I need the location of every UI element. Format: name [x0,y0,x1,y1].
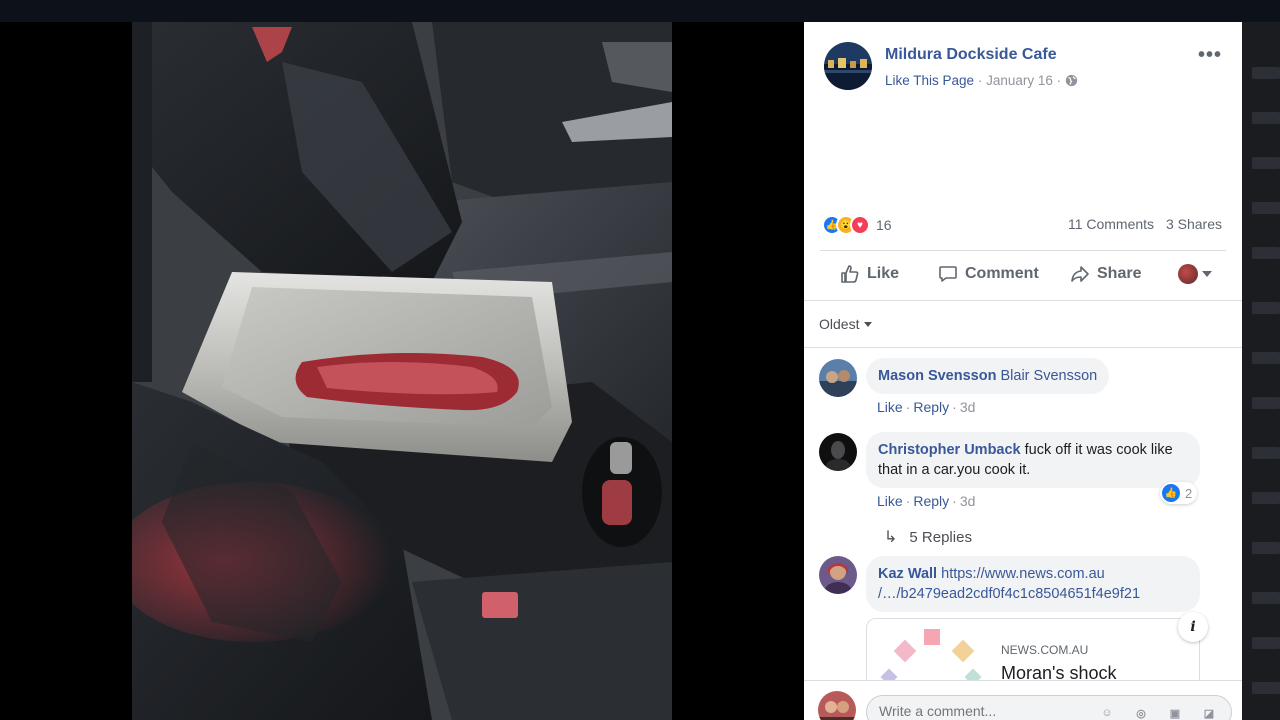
background-page-strip [1242,22,1280,720]
replies-count-label: 5 Replies [909,528,972,546]
comment-bubble: Kaz Wall https://www.news.com.au /…/b247… [866,556,1200,612]
reply-arrow-icon: ↳ [884,529,898,546]
commenter-avatar[interactable] [819,359,857,397]
page-name-link[interactable]: Mildura Dockside Cafe [885,46,1057,64]
viewer-avatar [1178,264,1198,284]
like-page-link[interactable]: Like This Page [885,73,974,88]
comment-reaction-count[interactable]: 👍 2 [1160,482,1198,504]
comment-timestamp[interactable]: 3d [960,493,976,509]
avatar-image [819,433,857,471]
love-icon: ♥ [850,215,870,235]
share-arrow-icon [1071,266,1089,282]
background-ghost-text [1252,447,1280,459]
divider [820,250,1226,251]
post-meta: Like This Page · January 16 · [885,73,1078,88]
composer-tools: ☺ ◎ ▣ ◪ [1083,703,1219,720]
chevron-down-icon [1202,271,1212,277]
divider [804,300,1242,301]
comment-reaction-number: 2 [1185,485,1193,501]
background-ghost-text [1252,67,1280,79]
comments-count-link[interactable]: 11 Comments [1068,216,1154,232]
chevron-down-icon [864,321,873,327]
comment-like-link[interactable]: Like [877,399,903,415]
comment-input-box[interactable]: ☺ ◎ ▣ ◪ [866,695,1232,720]
comment-actions: Like · Reply · 3d [877,493,976,509]
photo-theater[interactable] [0,22,804,720]
commenter-avatar[interactable] [819,433,857,471]
avatar-image [819,556,857,594]
share-button[interactable]: Share [1070,264,1141,284]
comment-bubble: Mason Svensson Blair Svensson [866,358,1110,394]
background-ghost-text [1252,202,1280,214]
react-as-selector[interactable] [1178,264,1212,284]
shares-count-link[interactable]: 3 Shares [1166,216,1222,232]
comment-sort-dropdown[interactable]: Oldest [819,316,873,332]
engagement-counts: 11 Comments 3 Shares [1068,216,1222,232]
background-ghost-text [1252,682,1280,694]
comment-input[interactable] [879,703,1079,719]
globe-icon [1065,74,1078,87]
comment-url-link[interactable]: https://www.news.com.au [941,566,1105,582]
background-ghost-text [1252,637,1280,649]
background-ghost-text [1252,112,1280,124]
like-button-label: Like [867,265,900,282]
page-avatar[interactable] [824,42,872,90]
background-ghost-text [1252,302,1280,314]
more-options-icon[interactable]: ••• [1198,44,1222,67]
background-ghost-text [1252,492,1280,504]
link-preview-domain: NEWS.COM.AU [1001,643,1089,657]
commenter-avatar[interactable] [819,556,857,594]
comment-composer: ☺ ◎ ▣ ◪ [804,680,1242,720]
background-top-bar [0,0,1280,22]
background-ghost-text [1252,592,1280,604]
meta-separator: · [977,73,983,88]
avatar-image [818,691,856,720]
comment-reply-link[interactable]: Reply [913,399,949,415]
background-ghost-text [1252,542,1280,554]
post-actions-bar: Like Comment Share [820,258,1226,294]
avatar-image [819,359,857,397]
comment-author-link[interactable]: Kaz Wall [878,566,937,582]
like-button[interactable]: Like [840,264,899,284]
divider [804,347,1242,348]
post-side-panel: Mildura Dockside Cafe Like This Page · J… [804,22,1242,720]
background-ghost-text [1252,397,1280,409]
comment-author-link[interactable]: Mason Svensson [878,368,996,384]
background-ghost-text [1252,352,1280,364]
comment-bubble: Christopher Umback fuck off it was cook … [866,432,1200,488]
background-ghost-text [1252,157,1280,169]
like-icon: 👍 [1162,484,1180,502]
comment-url-link[interactable]: /…/b2479ead2cdf0f4c1c8504651f4e9f21 [878,586,1140,602]
comment-actions: Like · Reply · 3d [877,399,976,415]
sticker-icon[interactable]: ◪ [1199,703,1219,720]
comment-mention-link[interactable]: Blair Svensson [1000,368,1097,384]
meta-separator: · [1056,73,1062,88]
comment-like-link[interactable]: Like [877,493,903,509]
comment-button[interactable]: Comment [938,264,1039,284]
background-ghost-text [1252,247,1280,259]
reactions-summary[interactable]: 👍 😮 ♥ 16 [822,214,892,236]
comment-sort-label: Oldest [819,316,860,332]
info-icon[interactable]: i [1178,612,1208,642]
comment-button-label: Comment [965,265,1039,282]
comment-icon [939,266,957,282]
car-interior-photo [132,22,672,720]
comment-timestamp[interactable]: 3d [960,399,976,415]
camera-icon[interactable]: ◎ [1131,703,1151,720]
gif-icon[interactable]: ▣ [1165,703,1185,720]
page-avatar-image [824,42,872,90]
post-date[interactable]: January 16 [986,73,1053,88]
share-button-label: Share [1097,265,1142,282]
emoji-icon[interactable]: ☺ [1097,703,1117,720]
comment-reply-link[interactable]: Reply [913,493,949,509]
post-photo[interactable] [132,22,672,720]
reaction-count: 16 [876,217,892,233]
comment-author-link[interactable]: Christopher Umback [878,442,1021,458]
viewer-avatar [818,691,856,720]
thumbs-up-icon [841,265,859,283]
view-replies-link[interactable]: ↳ 5 Replies [884,527,972,547]
